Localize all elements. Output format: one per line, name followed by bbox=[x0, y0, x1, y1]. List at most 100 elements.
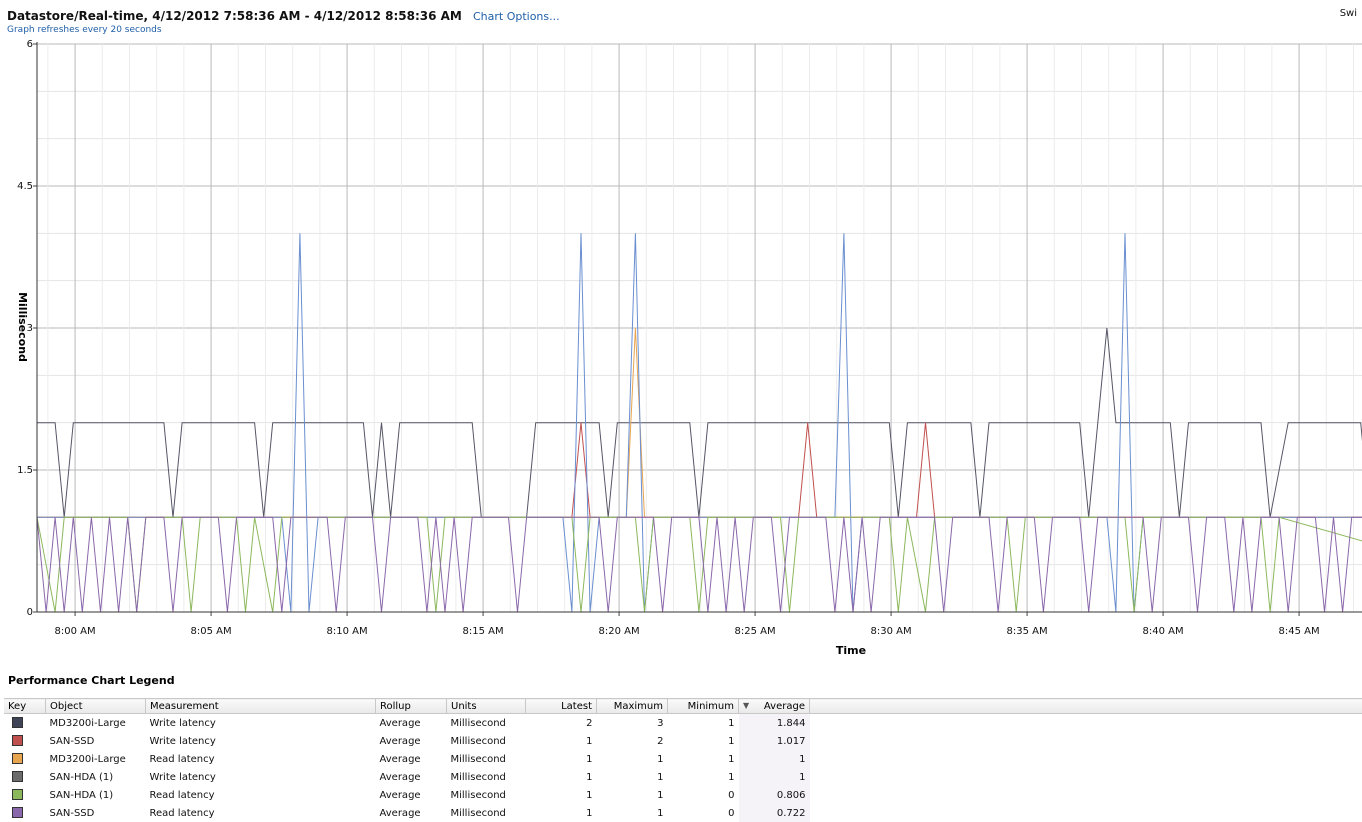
col-measurement[interactable]: Measurement bbox=[146, 699, 376, 714]
legend-cell-minimum: 1 bbox=[668, 768, 739, 786]
legend-cell-units: Millisecond bbox=[447, 732, 526, 750]
legend-row[interactable]: SAN-SSDWrite latencyAverageMillisecond12… bbox=[4, 732, 1362, 750]
legend-cell-latest: 1 bbox=[526, 732, 597, 750]
performance-chart: 01.534.568:00 AM8:05 AM8:10 AM8:15 AM8:2… bbox=[0, 0, 1362, 670]
legend-row[interactable]: SAN-SSDRead latencyAverageMillisecond110… bbox=[4, 804, 1362, 822]
legend-cell-maximum: 1 bbox=[597, 750, 668, 768]
legend-cell-key bbox=[4, 732, 46, 750]
legend-cell-latest: 1 bbox=[526, 786, 597, 804]
legend-cell-minimum: 0 bbox=[668, 786, 739, 804]
legend-cell-filler bbox=[810, 732, 1362, 750]
col-filler bbox=[810, 699, 1362, 714]
legend-cell-units: Millisecond bbox=[447, 768, 526, 786]
legend-cell-key bbox=[4, 750, 46, 768]
legend-cell-measurement: Read latency bbox=[146, 804, 376, 822]
legend-cell-units: Millisecond bbox=[447, 750, 526, 768]
y-tick-label: 0 bbox=[27, 607, 33, 618]
col-units[interactable]: Units bbox=[447, 699, 526, 714]
legend-cell-latest: 1 bbox=[526, 768, 597, 786]
x-tick-label: 8:30 AM bbox=[871, 626, 912, 637]
legend-cell-maximum: 2 bbox=[597, 732, 668, 750]
legend-row[interactable]: MD3200i-LargeWrite latencyAverageMillise… bbox=[4, 714, 1362, 733]
legend-cell-average: 1.844 bbox=[739, 714, 810, 733]
x-tick-label: 8:00 AM bbox=[55, 626, 96, 637]
col-key[interactable]: Key bbox=[4, 699, 46, 714]
legend-cell-latest: 1 bbox=[526, 750, 597, 768]
y-tick-label: 1.5 bbox=[17, 465, 33, 476]
legend-cell-filler bbox=[810, 786, 1362, 804]
legend-cell-rollup: Average bbox=[376, 804, 447, 822]
legend-title: Performance Chart Legend bbox=[8, 674, 175, 687]
legend-cell-measurement: Write latency bbox=[146, 732, 376, 750]
x-tick-label: 8:45 AM bbox=[1279, 626, 1320, 637]
legend-cell-average: 1 bbox=[739, 768, 810, 786]
legend-row[interactable]: SAN-HDA (1)Read latencyAverageMillisecon… bbox=[4, 786, 1362, 804]
col-maximum[interactable]: Maximum bbox=[597, 699, 668, 714]
legend-cell-rollup: Average bbox=[376, 786, 447, 804]
legend-cell-average: 1.017 bbox=[739, 732, 810, 750]
legend-cell-measurement: Write latency bbox=[146, 714, 376, 733]
legend-row[interactable]: MD3200i-LargeRead latencyAverageMillisec… bbox=[4, 750, 1362, 768]
legend-cell-filler bbox=[810, 804, 1362, 822]
legend-cell-minimum: 0 bbox=[668, 804, 739, 822]
legend-cell-measurement: Read latency bbox=[146, 786, 376, 804]
legend-cell-object: MD3200i-Large bbox=[46, 714, 146, 733]
legend-color-swatch bbox=[12, 735, 23, 746]
legend-body: MD3200i-LargeWrite latencyAverageMillise… bbox=[4, 714, 1362, 822]
legend-cell-object: SAN-SSD bbox=[46, 732, 146, 750]
legend-cell-rollup: Average bbox=[376, 768, 447, 786]
y-tick-label: 6 bbox=[27, 39, 33, 50]
legend-cell-key bbox=[4, 804, 46, 822]
legend-cell-average: 0.722 bbox=[739, 804, 810, 822]
legend-cell-minimum: 1 bbox=[668, 732, 739, 750]
legend-cell-object: SAN-SSD bbox=[46, 804, 146, 822]
legend-cell-minimum: 1 bbox=[668, 714, 739, 733]
y-axis-label: Millisecond bbox=[16, 292, 29, 362]
y-tick-label: 4.5 bbox=[17, 181, 33, 192]
col-object[interactable]: Object bbox=[46, 699, 146, 714]
legend-cell-key bbox=[4, 714, 46, 733]
x-tick-label: 8:35 AM bbox=[1007, 626, 1048, 637]
legend-cell-filler bbox=[810, 714, 1362, 733]
legend-cell-maximum: 1 bbox=[597, 786, 668, 804]
legend-table: Key Object Measurement Rollup Units Late… bbox=[4, 698, 1362, 822]
legend-cell-filler bbox=[810, 768, 1362, 786]
legend-cell-minimum: 1 bbox=[668, 750, 739, 768]
legend-cell-maximum: 3 bbox=[597, 714, 668, 733]
legend-cell-units: Millisecond bbox=[447, 714, 526, 733]
x-tick-label: 8:20 AM bbox=[599, 626, 640, 637]
legend-cell-latest: 1 bbox=[526, 804, 597, 822]
col-average[interactable]: ▼Average bbox=[739, 699, 810, 714]
legend-cell-measurement: Read latency bbox=[146, 750, 376, 768]
col-rollup[interactable]: Rollup bbox=[376, 699, 447, 714]
legend-cell-maximum: 1 bbox=[597, 804, 668, 822]
legend-color-swatch bbox=[12, 789, 23, 800]
legend-cell-latest: 2 bbox=[526, 714, 597, 733]
legend-cell-measurement: Write latency bbox=[146, 768, 376, 786]
sort-desc-icon: ▼ bbox=[743, 701, 749, 710]
col-minimum[interactable]: Minimum bbox=[668, 699, 739, 714]
legend-cell-average: 1 bbox=[739, 750, 810, 768]
legend-cell-rollup: Average bbox=[376, 714, 447, 733]
legend-cell-maximum: 1 bbox=[597, 768, 668, 786]
x-tick-label: 8:05 AM bbox=[191, 626, 232, 637]
legend-cell-rollup: Average bbox=[376, 750, 447, 768]
x-tick-label: 8:40 AM bbox=[1143, 626, 1184, 637]
legend-color-swatch bbox=[12, 753, 23, 764]
legend-cell-units: Millisecond bbox=[447, 786, 526, 804]
x-axis-label: Time bbox=[836, 644, 866, 657]
legend-row[interactable]: SAN-HDA (1)Write latencyAverageMilliseco… bbox=[4, 768, 1362, 786]
legend-color-swatch bbox=[12, 771, 23, 782]
legend-color-swatch bbox=[12, 717, 23, 728]
col-latest[interactable]: Latest bbox=[526, 699, 597, 714]
legend-header-row: Key Object Measurement Rollup Units Late… bbox=[4, 699, 1362, 714]
legend-cell-average: 0.806 bbox=[739, 786, 810, 804]
x-tick-label: 8:25 AM bbox=[735, 626, 776, 637]
legend-cell-object: SAN-HDA (1) bbox=[46, 768, 146, 786]
legend-cell-object: SAN-HDA (1) bbox=[46, 786, 146, 804]
legend-cell-units: Millisecond bbox=[447, 804, 526, 822]
legend-cell-key bbox=[4, 768, 46, 786]
chart-axes: 01.534.568:00 AM8:05 AM8:10 AM8:15 AM8:2… bbox=[17, 39, 1362, 637]
x-tick-label: 8:10 AM bbox=[327, 626, 368, 637]
legend-cell-rollup: Average bbox=[376, 732, 447, 750]
